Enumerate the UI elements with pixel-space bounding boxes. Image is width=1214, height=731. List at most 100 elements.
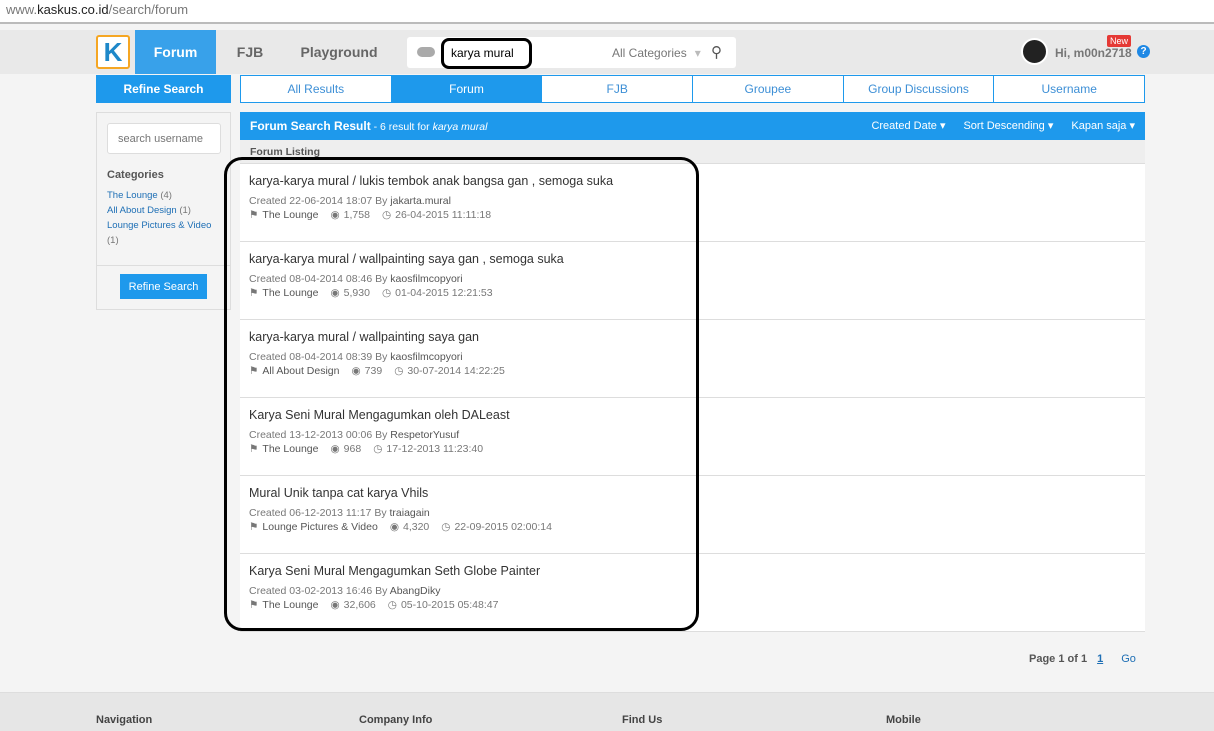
tag-icon: ⚑ [249, 521, 259, 533]
category-link[interactable]: Lounge Pictures & Video [262, 521, 377, 533]
chevron-down-icon: ▾ [694, 46, 701, 60]
footer-company-info: Company Info [359, 714, 433, 726]
author-link[interactable]: traiagain [389, 507, 429, 519]
view-count: 968 [343, 443, 362, 455]
avatar[interactable] [1021, 38, 1048, 65]
chat-icon [417, 47, 435, 57]
thread-title[interactable]: Karya Seni Mural Mengagumkan oleh DALeas… [249, 408, 1136, 422]
author-link[interactable]: jakarta.mural [390, 195, 451, 207]
created-text: Created 08-04-2014 08:46 By [249, 273, 391, 285]
help-icon[interactable]: ? [1137, 45, 1150, 58]
category-select[interactable]: All Categories ▾ [612, 46, 701, 60]
eye-icon: ◉ [330, 209, 340, 221]
last-post-time: 22-09-2015 02:00:14 [454, 521, 552, 533]
user-greeting[interactable]: Hi, m00n2718 [1055, 46, 1132, 60]
category-link[interactable]: The Lounge [107, 190, 158, 201]
created-text: Created 08-04-2014 08:39 By [249, 351, 391, 363]
search-input[interactable] [451, 42, 581, 63]
categories-title: Categories [107, 169, 164, 181]
last-post-time: 30-07-2014 14:22:25 [407, 365, 505, 377]
created-text: Created 22-06-2014 18:07 By [249, 195, 391, 207]
search-icon[interactable]: ⚲ [711, 43, 722, 61]
created-text: Created 03-02-2013 16:46 By [249, 585, 390, 597]
tab-all-results[interactable]: All Results [241, 76, 392, 102]
nav-playground[interactable]: Playground [295, 30, 383, 74]
results-title-text: Forum Search Result [250, 119, 371, 133]
last-post-time: 01-04-2015 12:21:53 [395, 287, 493, 299]
sort-order-dropdown[interactable]: Sort Descending ▾ [963, 119, 1053, 132]
tab-fjb[interactable]: FJB [542, 76, 694, 102]
category-count: (1) [179, 205, 191, 216]
url-prefix: www. [6, 2, 38, 17]
view-count: 4,320 [402, 521, 430, 533]
username-search-input[interactable] [107, 123, 221, 154]
category-link[interactable]: All About Design [262, 365, 339, 377]
category-item[interactable]: Lounge Pictures & Video (1) [107, 218, 222, 248]
created-text: Created 06-12-2013 11:17 By [249, 507, 390, 519]
thread-created: Created 03-02-2013 16:46 By AbangDiky [249, 584, 1136, 598]
thread-title[interactable]: karya-karya mural / lukis tembok anak ba… [249, 174, 1136, 188]
tab-groupee[interactable]: Groupee [693, 76, 844, 102]
thread-created: Created 13-12-2013 00:06 By RespetorYusu… [249, 428, 1136, 442]
footer: Navigation Company Info Find Us Mobile [0, 692, 1214, 731]
thread-stats: ⚑ The Lounge ◉ 968 ◷ 17-12-2013 11:23:40 [249, 442, 1136, 456]
url-domain: kaskus.co.id [37, 2, 109, 17]
last-post-time: 26-04-2015 11:11:18 [395, 209, 492, 221]
author-link[interactable]: kaosfilmcopyori [390, 273, 462, 285]
thread-title[interactable]: karya-karya mural / wallpainting saya ga… [249, 252, 1136, 266]
refine-search-button[interactable]: Refine Search [120, 274, 207, 299]
view-count: 32,606 [343, 599, 376, 611]
thread-title[interactable]: Karya Seni Mural Mengagumkan Seth Globe … [249, 564, 1136, 578]
go-button[interactable]: Go [1121, 653, 1136, 665]
nav-forum[interactable]: Forum [135, 30, 216, 74]
category-count: (1) [107, 235, 119, 246]
category-link[interactable]: The Lounge [262, 287, 318, 299]
thread-stats: ⚑ Lounge Pictures & Video ◉ 4,320 ◷ 22-09-201… [249, 520, 1136, 534]
tab-group-discussions[interactable]: Group Discussions [844, 76, 995, 102]
author-link[interactable]: kaosfilmcopyori [390, 351, 462, 363]
tag-icon: ⚑ [249, 287, 259, 299]
category-count: (4) [160, 190, 172, 201]
view-count: 739 [364, 365, 383, 377]
category-item[interactable]: The Lounge (4) [107, 188, 222, 203]
forum-listing-label: Forum Listing [240, 140, 1145, 164]
category-link[interactable]: The Lounge [262, 209, 318, 221]
clock-icon: ◷ [373, 443, 383, 455]
created-text: Created 13-12-2013 00:06 By [249, 429, 391, 441]
author-link[interactable]: AbangDiky [390, 585, 441, 597]
kaskus-logo[interactable]: K [96, 35, 130, 69]
view-count: 1,758 [343, 209, 370, 221]
tab-username[interactable]: Username [994, 76, 1144, 102]
result-row: Mural Unik tanpa cat karya Vhils Created… [240, 476, 1145, 554]
clock-icon: ◷ [441, 521, 451, 533]
category-link[interactable]: Lounge Pictures & Video [107, 220, 211, 231]
sort-field-dropdown[interactable]: Created Date ▾ [871, 119, 945, 132]
new-badge: New [1107, 35, 1132, 47]
thread-created: Created 08-04-2014 08:46 By kaosfilmcopy… [249, 272, 1136, 286]
thread-title[interactable]: karya-karya mural / wallpainting saya ga… [249, 330, 1136, 344]
view-count: 5,930 [343, 287, 370, 299]
clock-icon: ◷ [381, 209, 392, 221]
sort-order-label: Sort Descending [963, 120, 1045, 132]
thread-title[interactable]: Mural Unik tanpa cat karya Vhils [249, 486, 1136, 500]
category-link[interactable]: The Lounge [262, 599, 318, 611]
results-list: karya-karya mural / lukis tembok anak ba… [240, 164, 1145, 632]
result-row: karya-karya mural / wallpainting saya ga… [240, 320, 1145, 398]
category-link[interactable]: The Lounge [262, 443, 318, 455]
tab-forum[interactable]: Forum [391, 76, 543, 102]
nav-fjb[interactable]: FJB [225, 30, 275, 74]
category-link[interactable]: All About Design [107, 205, 177, 216]
result-row: karya-karya mural / lukis tembok anak ba… [240, 164, 1145, 242]
address-bar[interactable]: www.kaskus.co.id/search/forum [0, 0, 1214, 24]
category-item[interactable]: All About Design (1) [107, 203, 222, 218]
footer-navigation: Navigation [96, 714, 153, 726]
thread-stats: ⚑ The Lounge ◉ 1,758 ◷ 26-04-2015 11:11:18 [249, 208, 1136, 222]
tag-icon: ⚑ [249, 365, 259, 377]
author-link[interactable]: RespetorYusuf [390, 429, 459, 441]
time-range-dropdown[interactable]: Kapan saja ▾ [1071, 119, 1135, 132]
category-label: All Categories [612, 46, 687, 60]
page-label: Page 1 of 1 [1029, 653, 1088, 665]
eye-icon: ◉ [351, 365, 361, 377]
clock-icon: ◷ [381, 287, 392, 299]
page-link[interactable]: 1 [1097, 653, 1103, 665]
